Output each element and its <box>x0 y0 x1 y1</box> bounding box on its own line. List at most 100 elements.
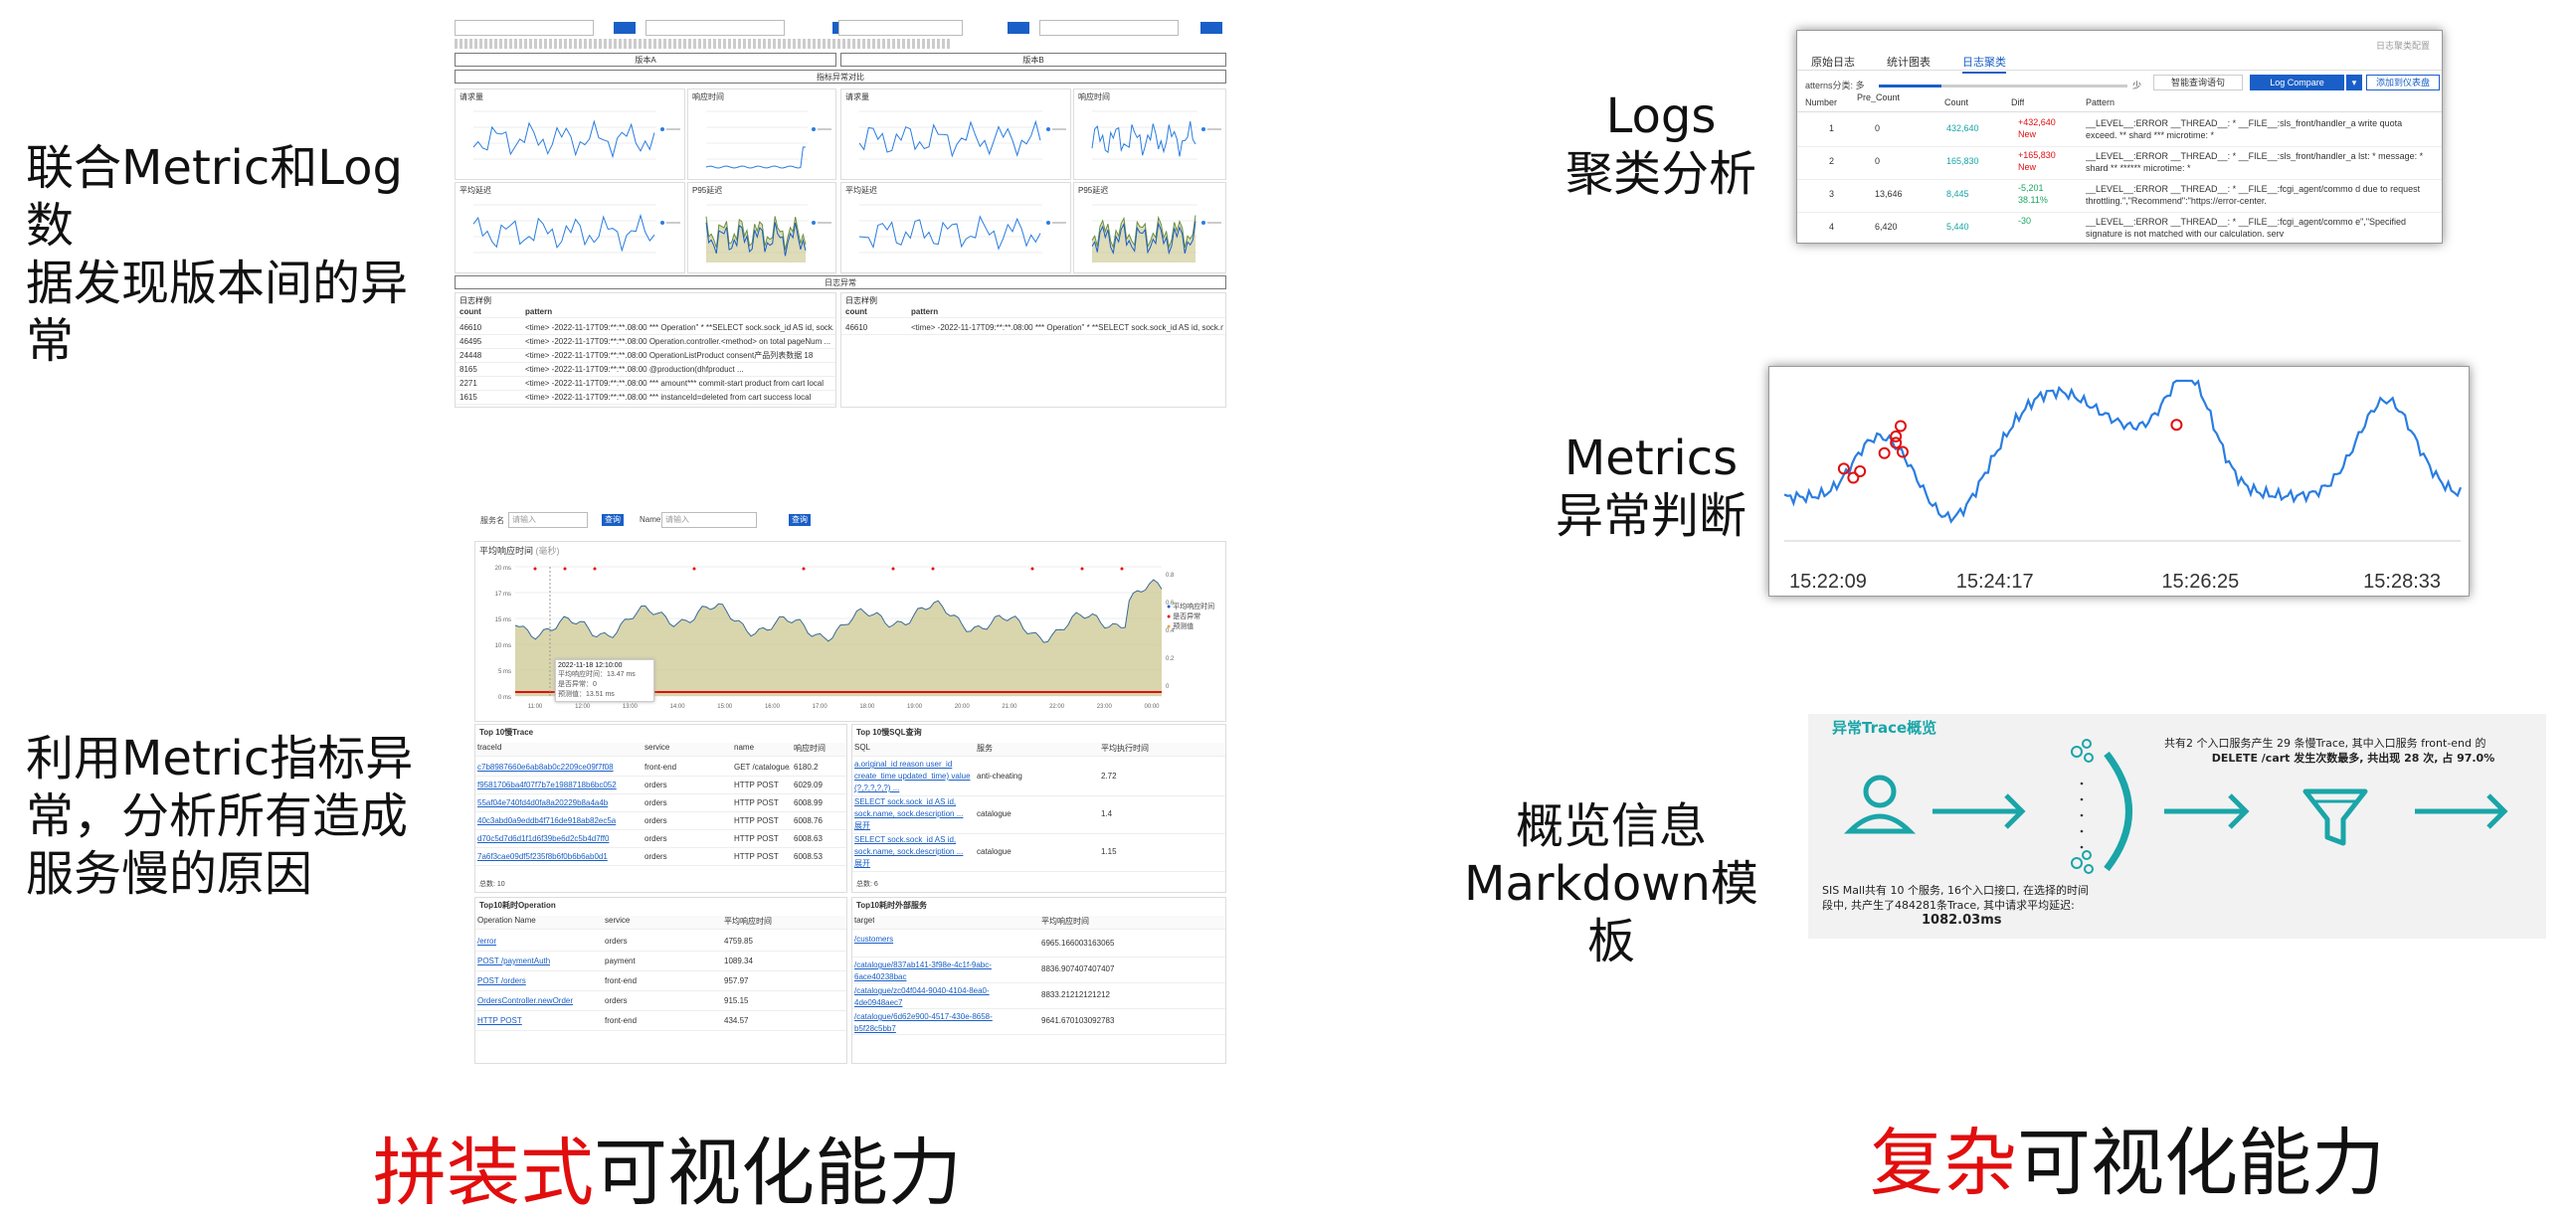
service-input[interactable]: 请输入 <box>508 512 588 528</box>
filter-input[interactable] <box>455 20 594 36</box>
log-compare-button[interactable]: Log Compare <box>2250 75 2344 90</box>
anomaly-dot <box>802 567 806 571</box>
pattern-slider[interactable] <box>1879 85 2127 87</box>
cluster-pre-count: 13,646 <box>1875 189 1903 199</box>
operation-link[interactable]: HTTP POST <box>477 1011 522 1030</box>
trace-row[interactable]: 7a6f3cae09df5f235f8b6f0b6b6ab0d1 orders HT… <box>475 848 846 866</box>
log-pattern: <time> -2022-11-17T09:**:**.08:00 *** Op… <box>911 323 1223 332</box>
external-target-link[interactable]: /catalogue/6d62e900-4517-430e-8658-b5f28… <box>854 1011 1033 1034</box>
operation-row[interactable]: /error orders 4759.85 <box>475 932 846 952</box>
query-button[interactable]: 查询 <box>789 514 811 526</box>
mini-chart <box>1091 204 1221 262</box>
legend-label: 是否异常 <box>1173 613 1201 620</box>
sql-text-link[interactable]: SELECT sock.sock_id AS id, sock.name, so… <box>854 834 972 870</box>
log-pattern: <time> -2022-11-17T09:**:**.08:00 *** Op… <box>525 323 833 332</box>
chevron-down-icon[interactable]: ▾ <box>2346 75 2362 90</box>
operation-row[interactable]: POST /orders front-end 957.97 <box>475 971 846 991</box>
table-title: Top 10慢SQL查询 <box>856 728 922 737</box>
y-tick: 20 ms <box>495 566 511 572</box>
log-row: 2271 <time> -2022-11-17T09:**:**.08:00 **… <box>456 377 835 391</box>
external-row[interactable]: /catalogue/837ab141-3f98e-4c1f-9abc-6ace… <box>852 958 1225 983</box>
log-row: 1615 <time> -2022-11-17T09:**:**.08:00 **… <box>456 391 835 405</box>
header-cell: target <box>854 916 875 925</box>
query-button[interactable] <box>1200 22 1222 34</box>
cluster-pattern: __LEVEL__:ERROR __THREAD__: * __FILE__:f… <box>2086 184 2421 206</box>
trace-row[interactable]: c7b8987660e6ab8ab0c2209ce09f7f08 front-en… <box>475 759 846 777</box>
trace-name: GET /catalogue/ <box>734 763 790 772</box>
log-count: 2271 <box>460 379 477 388</box>
caption-metric-log-versions: 联合Metric和Log数 据发现版本间的异 常 <box>26 139 444 370</box>
operation-time: 4759.85 <box>724 937 753 946</box>
sql-text-link[interactable]: a.original_id reason user_id create_time… <box>854 759 972 794</box>
sql-text-link[interactable]: SELECT sock.sock_id AS id, sock.name, so… <box>854 796 972 832</box>
trace-service: orders <box>644 834 667 843</box>
operation-link[interactable]: POST /paymentAuth <box>477 952 550 970</box>
cluster-row[interactable]: 4 6,420 5,440 -30 __LEVEL__:ERROR __THREAD__… <box>1797 213 2442 243</box>
external-row[interactable]: /catalogue/6d62e900-4517-430e-8658-b5f28… <box>852 1009 1225 1035</box>
table-title: Top 10慢Trace <box>479 728 534 737</box>
trace-id-link[interactable]: 40c3abd0a9eddb4f716de918ab82ec5a <box>477 812 637 829</box>
trace-id-link[interactable]: c7b8987660e6ab8ab0c2209ce09f7f08 <box>477 759 637 776</box>
filter-input[interactable] <box>838 20 963 36</box>
query-button[interactable] <box>614 22 636 34</box>
trace-id-link[interactable]: 55af04e740fd4d0fa8a20229b8a4a4b <box>477 794 637 811</box>
filter-input[interactable] <box>645 20 785 36</box>
add-to-dashboard-button[interactable]: 添加到仪表盘 <box>2366 75 2440 90</box>
operation-row[interactable]: OrdersController.newOrder orders 915.15 <box>475 991 846 1011</box>
tooltip-line: 预测值：13.51 ms <box>558 691 615 698</box>
smart-query-button[interactable]: 智能查询语句 <box>2153 75 2243 90</box>
trace-id-link[interactable]: 7a6f3cae09df5f235f8b6f0b6b6ab0d1 <box>477 848 637 865</box>
metric-mini-panel: 响应时间 <box>687 88 836 180</box>
anomaly-dot <box>692 567 696 571</box>
external-target-link[interactable]: /catalogue/837ab141-3f98e-4c1f-9abc-6ace… <box>854 959 1033 982</box>
operation-row[interactable]: HTTP POST front-end 434.57 <box>475 1011 846 1031</box>
trace-row[interactable]: f9581706ba4f07f7b7e1988718b6bc052 orders H… <box>475 777 846 794</box>
query-button[interactable] <box>1008 22 1029 34</box>
trace-id-link[interactable]: d70c5d7d6d1f1d6f39be6d2c5b4d7ff0 <box>477 830 637 847</box>
operation-time: 915.15 <box>724 996 749 1005</box>
ellipsis-dot <box>2080 829 2084 833</box>
name-input[interactable]: 请输入 <box>661 512 757 528</box>
external-row[interactable]: /catalogue/zc04f044-9040-4104-8ea0-4de09… <box>852 983 1225 1009</box>
anomaly-marker <box>1878 446 1891 459</box>
tab-log-clustering[interactable]: 日志聚类 <box>1962 54 2006 74</box>
cluster-row[interactable]: 2 0 165,830 +165,830 New __LEVEL__:ERROR __TH… <box>1797 147 2442 180</box>
anomaly-dot <box>1120 567 1124 571</box>
sql-service: anti-cheating <box>977 772 1022 781</box>
tab-raw-logs[interactable]: 原始日志 <box>1811 54 1855 70</box>
external-time: 8833.21212121212 <box>1041 990 1110 999</box>
x-tick: 15:22:09 <box>1789 571 1867 593</box>
log-count: 8165 <box>460 365 477 374</box>
sql-row[interactable]: SELECT sock.sock_id AS id, sock.name, so… <box>852 834 1225 872</box>
header-cell: name <box>734 743 755 752</box>
tab-bar: 原始日志 统计图表 日志聚类 <box>1797 51 2442 74</box>
table-header: Number Pre_Count Count Diff Pattern <box>1797 92 2442 112</box>
anomaly-dot <box>563 567 567 571</box>
operation-row[interactable]: POST /paymentAuth payment 1089.34 <box>475 952 846 971</box>
trace-name: HTTP POST <box>734 816 779 825</box>
external-row[interactable]: /customers 6965.166003163065 <box>852 932 1225 958</box>
table-header: count pattern <box>456 307 835 318</box>
cluster-row[interactable]: 3 13,646 8,445 -5,201 38.11% __LEVEL__:ERROR … <box>1797 180 2442 213</box>
filter-input[interactable] <box>1039 20 1179 36</box>
trace-row[interactable]: d70c5d7d6d1f1d6f39be6d2c5b4d7ff0 orders HT… <box>475 830 846 848</box>
operation-time: 957.97 <box>724 976 749 985</box>
operation-link[interactable]: OrdersController.newOrder <box>477 991 573 1010</box>
trace-row[interactable]: 55af04e740fd4d0fa8a20229b8a4a4b orders HTT… <box>475 794 846 812</box>
tab-stats-chart[interactable]: 统计图表 <box>1887 54 1931 70</box>
trace-row[interactable]: 40c3abd0a9eddb4f716de918ab82ec5a orders HT… <box>475 812 846 830</box>
operation-link[interactable]: /error <box>477 932 496 951</box>
header-cell: 平均执行时间 <box>1101 744 1149 753</box>
external-target-link[interactable]: /customers <box>854 934 1033 946</box>
x-tick: 21:00 <box>1002 704 1017 710</box>
query-button[interactable]: 查询 <box>602 514 624 526</box>
caption-line: 常 <box>26 313 75 369</box>
operation-link[interactable]: POST /orders <box>477 971 526 990</box>
external-target-link[interactable]: /catalogue/zc04f044-9040-4104-8ea0-4de09… <box>854 985 1033 1008</box>
cluster-row[interactable]: 1 0 432,640 +432,640 New __LEVEL__:ERROR __TH… <box>1797 114 2442 147</box>
trace-id-link[interactable]: f9581706ba4f07f7b7e1988718b6bc052 <box>477 777 637 793</box>
sql-row[interactable]: SELECT sock.sock_id AS id, sock.name, so… <box>852 796 1225 834</box>
sql-row[interactable]: a.original_id reason user_id create_time… <box>852 759 1225 796</box>
footer-complex-visualization: 复杂可视化能力 <box>1870 1104 2385 1210</box>
text-line: 共有2 个入口服务产生 29 条慢Trace, 其中入口服务 front-end… <box>2164 737 2486 750</box>
